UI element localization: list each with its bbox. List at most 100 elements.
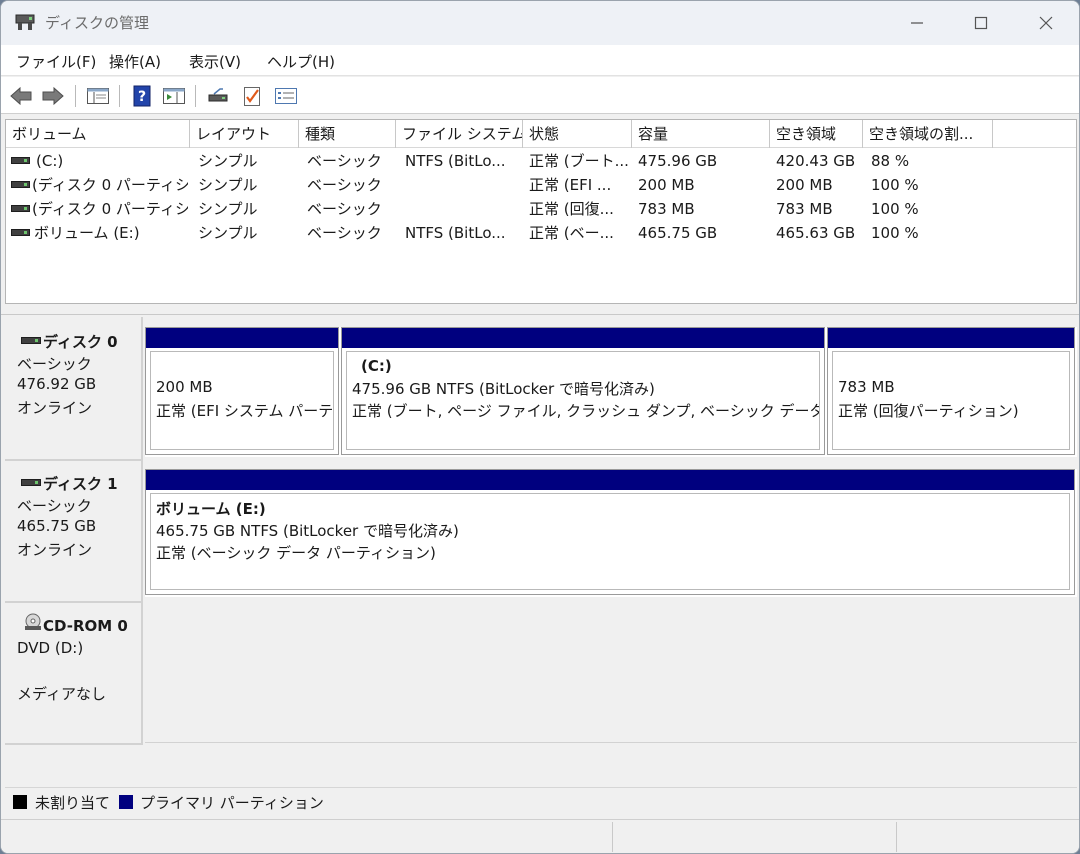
volume-type: ベーシック bbox=[307, 176, 382, 194]
title-bar: ディスクの管理 bbox=[1, 1, 1079, 45]
toolbar: ? bbox=[1, 77, 1079, 114]
show-hide-console-tree-button[interactable] bbox=[85, 84, 111, 108]
maximize-icon bbox=[974, 16, 988, 30]
disk-name: CD-ROM 0 bbox=[43, 617, 128, 635]
back-arrow-icon bbox=[10, 86, 32, 106]
checklist-icon bbox=[244, 87, 260, 106]
column-header-free-percent[interactable]: 空き領域の割... bbox=[863, 120, 993, 148]
disk-0-info[interactable]: ディスク 0 ベーシック 476.92 GB オンライン bbox=[5, 317, 143, 461]
column-header-status[interactable]: 状態 bbox=[523, 120, 632, 148]
disk-name: ディスク 0 bbox=[43, 333, 118, 351]
column-header-layout[interactable]: レイアウト bbox=[190, 120, 299, 148]
disk-icon bbox=[21, 337, 41, 344]
status-pane-main bbox=[1, 822, 613, 852]
drive-type: DVD (D:) bbox=[17, 639, 84, 657]
menu-help[interactable]: ヘルプ(H) bbox=[267, 51, 335, 72]
disk-size: 476.92 GB bbox=[17, 375, 97, 393]
volume-list-header: ボリューム レイアウト 種類 ファイル システム 状態 容量 空き領域 空き領域… bbox=[6, 120, 1076, 148]
back-button[interactable] bbox=[8, 84, 34, 108]
primary-partition-bar bbox=[146, 328, 338, 348]
volume-free-space: 465.63 GB bbox=[776, 224, 856, 242]
primary-partition-bar bbox=[342, 328, 824, 348]
primary-partition-bar bbox=[828, 328, 1074, 348]
volume-name: (C:) bbox=[36, 152, 64, 170]
forward-button[interactable] bbox=[40, 84, 66, 108]
primary-partition-bar bbox=[146, 470, 1074, 490]
disk-type: ベーシック bbox=[17, 497, 92, 515]
partition-details: (C:) 475.96 GB NTFS (BitLocker で暗号化済み) 正… bbox=[346, 351, 820, 450]
volume-icon bbox=[11, 229, 30, 236]
disk-status: オンライン bbox=[17, 541, 93, 559]
disk-management-app-icon bbox=[15, 14, 35, 30]
column-header-file-system[interactable]: ファイル システム bbox=[396, 120, 523, 148]
cdrom-0-area bbox=[145, 603, 1077, 743]
volume-name: (ディスク 0 パーティシ... bbox=[32, 176, 188, 194]
toolbar-separator bbox=[119, 85, 120, 107]
column-header-free-space[interactable]: 空き領域 bbox=[770, 120, 863, 148]
volume-free-percent: 100 % bbox=[871, 176, 919, 194]
window-title: ディスクの管理 bbox=[45, 14, 149, 32]
disk-name: ディスク 1 bbox=[43, 475, 118, 493]
disk-graphical-view: ディスク 0 ベーシック 476.92 GB オンライン 200 MB 正常 (… bbox=[5, 317, 1077, 782]
cdrom-0-info[interactable]: CD-ROM 0 DVD (D:) メディアなし bbox=[5, 603, 143, 745]
volume-status: 正常 (ブート... bbox=[529, 152, 629, 170]
cd-drive-icon bbox=[25, 613, 41, 630]
disk-0-partition-map: 200 MB 正常 (EFI システム パーティ (C:) 475.96 GB … bbox=[145, 327, 1077, 457]
menu-action[interactable]: 操作(A) bbox=[109, 51, 161, 72]
volume-layout: シンプル bbox=[198, 200, 258, 218]
volume-row[interactable]: (ディスク 0 パーティシ... シンプル ベーシック 正常 (回復... 78… bbox=[6, 197, 1076, 221]
partition-e[interactable]: ボリューム (E:) 465.75 GB NTFS (BitLocker で暗号… bbox=[145, 469, 1075, 595]
partition-c[interactable]: (C:) 475.96 GB NTFS (BitLocker で暗号化済み) 正… bbox=[341, 327, 825, 455]
properties-icon bbox=[275, 88, 297, 104]
partition-size: 783 MB bbox=[838, 378, 895, 396]
volume-capacity: 475.96 GB bbox=[638, 152, 718, 170]
volume-file-system bbox=[405, 197, 522, 221]
volume-row[interactable]: (C:) シンプル ベーシック NTFS (BitLo... 正常 (ブート..… bbox=[6, 149, 1076, 173]
action-pane-icon bbox=[163, 88, 185, 104]
minimize-button[interactable] bbox=[884, 1, 950, 45]
volume-free-space: 200 MB bbox=[776, 176, 833, 194]
partition-efi[interactable]: 200 MB 正常 (EFI システム パーティ bbox=[145, 327, 339, 455]
console-tree-icon bbox=[87, 88, 109, 104]
close-button[interactable] bbox=[1013, 1, 1079, 45]
column-header-type[interactable]: 種類 bbox=[299, 120, 396, 148]
connect-virtual-disk-button[interactable] bbox=[205, 84, 231, 108]
help-button[interactable]: ? bbox=[129, 84, 155, 108]
volume-file-system: NTFS (BitLo... bbox=[405, 152, 506, 170]
forward-arrow-icon bbox=[42, 86, 64, 106]
minimize-icon bbox=[911, 22, 923, 24]
menu-view[interactable]: 表示(V) bbox=[189, 51, 241, 72]
menu-file[interactable]: ファイル(F) bbox=[16, 51, 96, 72]
show-hide-action-pane-button[interactable] bbox=[161, 84, 187, 108]
disk-icon bbox=[21, 479, 41, 486]
disk-1-partition-map: ボリューム (E:) 465.75 GB NTFS (BitLocker で暗号… bbox=[145, 469, 1077, 597]
pane-splitter[interactable] bbox=[1, 304, 1079, 315]
volume-type: ベーシック bbox=[307, 152, 382, 170]
volume-capacity: 783 MB bbox=[638, 200, 695, 218]
volume-free-percent: 88 % bbox=[871, 152, 910, 170]
disk-size: 465.75 GB bbox=[17, 517, 97, 535]
partition-size: 465.75 GB NTFS (BitLocker で暗号化済み) bbox=[156, 522, 459, 540]
toolbar-separator bbox=[195, 85, 196, 107]
properties-button[interactable] bbox=[273, 84, 299, 108]
volume-row[interactable]: (ディスク 0 パーティシ... シンプル ベーシック 正常 (EFI ... … bbox=[6, 173, 1076, 197]
maximize-button[interactable] bbox=[948, 1, 1014, 45]
svg-text:?: ? bbox=[138, 89, 146, 105]
volume-icon bbox=[11, 157, 30, 164]
column-header-volume[interactable]: ボリューム bbox=[6, 120, 190, 148]
checklist-button[interactable] bbox=[239, 84, 265, 108]
partition-name: (C:) bbox=[361, 357, 392, 375]
connect-drive-icon bbox=[208, 88, 228, 102]
volume-row[interactable]: ボリューム (E:) シンプル ベーシック NTFS (BitLo... 正常 … bbox=[6, 221, 1076, 245]
partition-status: 正常 (回復パーティション) bbox=[838, 402, 1019, 420]
disk-1-info[interactable]: ディスク 1 ベーシック 465.75 GB オンライン bbox=[5, 461, 143, 603]
partition-recovery[interactable]: 783 MB 正常 (回復パーティション) bbox=[827, 327, 1075, 455]
column-header-capacity[interactable]: 容量 bbox=[632, 120, 770, 148]
volume-type: ベーシック bbox=[307, 224, 382, 242]
volume-icon bbox=[11, 205, 30, 212]
volume-layout: シンプル bbox=[198, 176, 258, 194]
legend-label-primary: プライマリ パーティション bbox=[140, 794, 324, 812]
partition-size: 475.96 GB NTFS (BitLocker で暗号化済み) bbox=[352, 380, 655, 398]
partition-size: 200 MB bbox=[156, 378, 213, 396]
volume-status: 正常 (EFI ... bbox=[529, 176, 612, 194]
